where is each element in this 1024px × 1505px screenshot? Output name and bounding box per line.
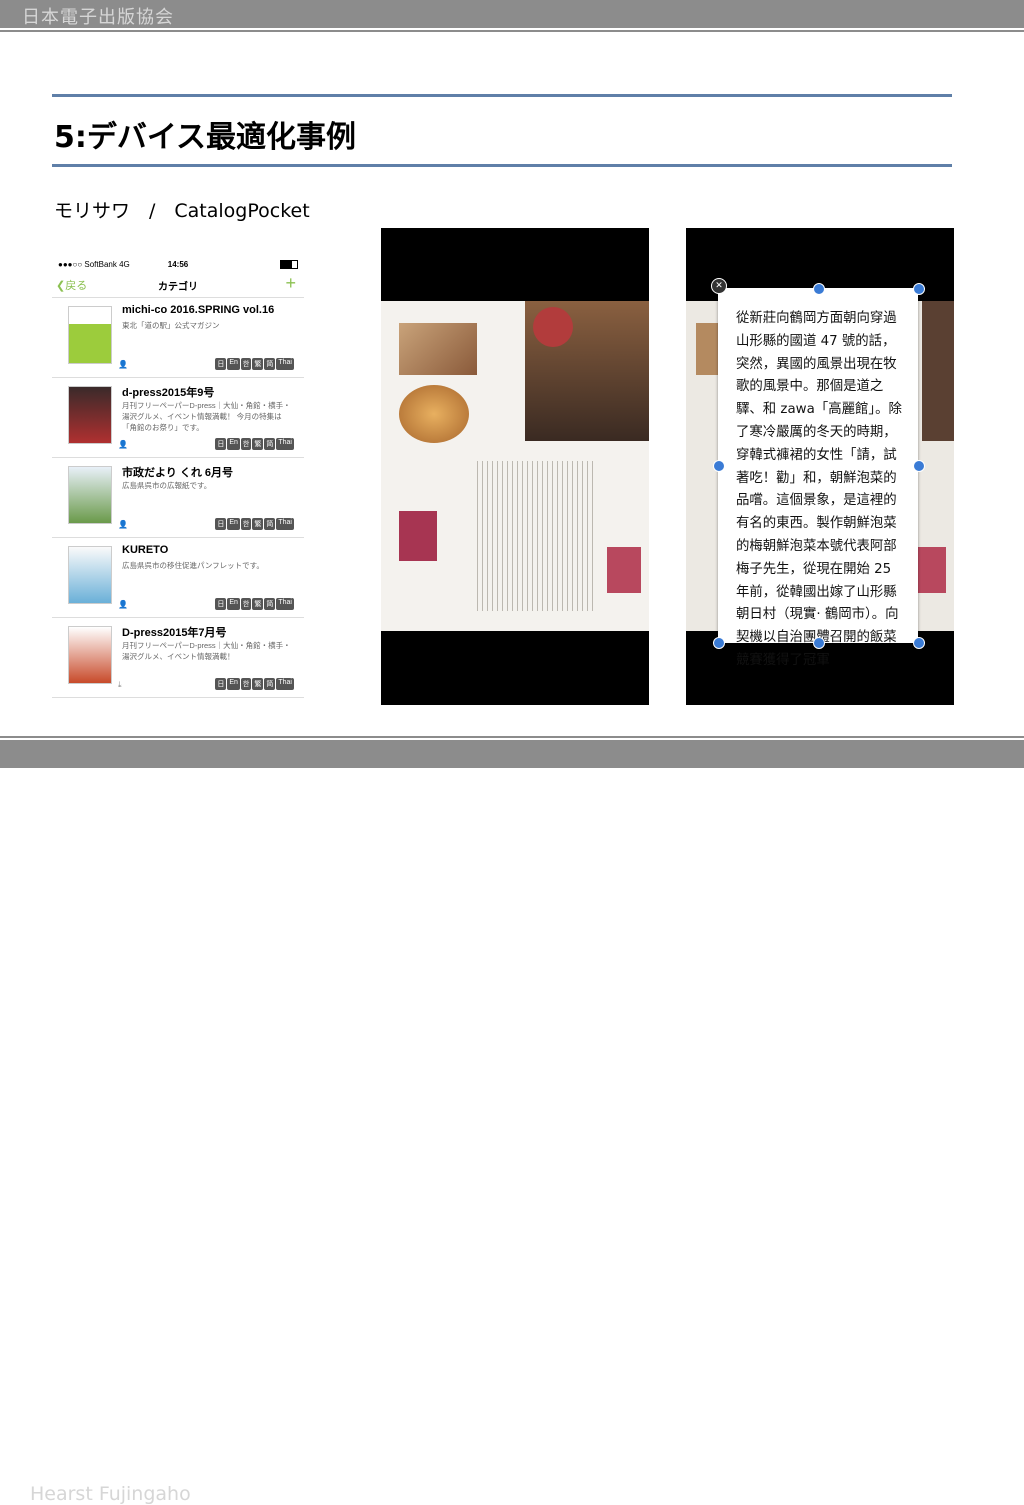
- person-icon: 👤: [118, 600, 128, 609]
- list-item[interactable]: D-press2015年7月号月刊フリーペーパーD-press｜大仙・角館・横手…: [52, 618, 304, 698]
- text-popup-screenshot: 從新莊向鶴岡方面朝向穿過山形縣的國道 47 號的話，突然，異國的風景出現在牧歌的…: [686, 228, 954, 705]
- language-badge[interactable]: 简: [264, 678, 276, 690]
- resize-handle-bottom-center[interactable]: [813, 637, 825, 649]
- language-badge[interactable]: Thai: [276, 438, 294, 450]
- item-description: 広島県呉市の移住促進パンフレットです。: [122, 561, 264, 570]
- phone-screenshot: ●●●○○ SoftBank 4G 14:56 ❮戻る カテゴリ + michi…: [52, 255, 304, 698]
- item-description: 月刊フリーペーパーD-press｜大仙・角館・横手・湯沢グルメ、イベント情報満載…: [122, 401, 291, 432]
- nav-bar: ❮戻る カテゴリ +: [52, 273, 304, 298]
- slide-subtitle: モリサワ / CatalogPocket: [54, 200, 310, 222]
- language-badge[interactable]: Thai: [276, 678, 294, 690]
- catalog-cover-thumbnail: [68, 306, 112, 364]
- language-badge[interactable]: 日: [215, 358, 227, 370]
- spread-page: [381, 301, 649, 631]
- close-icon[interactable]: ✕: [711, 278, 727, 294]
- list-item[interactable]: d-press2015年9号月刊フリーペーパーD-press｜大仙・角館・横手・…: [52, 378, 304, 458]
- language-badge[interactable]: 한: [240, 438, 252, 450]
- catalog-cover-thumbnail: [68, 466, 112, 524]
- translation-popup[interactable]: 從新莊向鶴岡方面朝向穿過山形縣的國道 47 號的話，突然，異國的風景出現在牧歌的…: [718, 288, 918, 668]
- language-badge[interactable]: 한: [240, 358, 252, 370]
- language-badge[interactable]: 日: [215, 678, 227, 690]
- language-badge[interactable]: Thai: [276, 358, 294, 370]
- language-badge[interactable]: En: [227, 678, 240, 690]
- list-item[interactable]: KURETO 広島県呉市の移住促進パンフレットです。 👤 日 En 한 繁简 Thai: [52, 538, 304, 618]
- language-badges: 日 En 한 繁简 Thai: [215, 518, 294, 530]
- language-badge[interactable]: 日: [215, 438, 227, 450]
- language-badge[interactable]: 繁: [252, 598, 264, 610]
- org-name: 日本電子出版協会: [22, 7, 174, 28]
- language-badge[interactable]: En: [227, 358, 240, 370]
- language-badge[interactable]: 한: [240, 518, 252, 530]
- person-icon: 👤: [118, 520, 128, 529]
- slide-title: 5:デバイス最適化事例: [54, 120, 356, 155]
- language-badge[interactable]: 繁: [252, 358, 264, 370]
- item-title: michi-co 2016.SPRING vol.16: [122, 304, 275, 316]
- catalog-list: michi-co 2016.SPRING vol.16 東北「道の駅」公式マガジン…: [52, 298, 304, 698]
- portrait-small: [607, 547, 641, 593]
- woman-photo: [399, 511, 437, 561]
- item-title: d-press2015年9号: [122, 387, 215, 399]
- portrait-photo: [922, 301, 954, 441]
- resize-handle-right[interactable]: [913, 460, 925, 472]
- language-badges: 日 En 한 繁简 Thai: [215, 358, 294, 370]
- battery-icon: [280, 260, 298, 269]
- logo-mark: [533, 307, 573, 347]
- list-item[interactable]: michi-co 2016.SPRING vol.16 東北「道の駅」公式マガジン…: [52, 298, 304, 378]
- text-columns: [477, 461, 593, 611]
- language-badges: 日 En 한 繁简 Thai: [215, 438, 294, 450]
- language-badge[interactable]: Thai: [276, 518, 294, 530]
- footer-text: Hearst Fujingaho: [30, 1483, 191, 1505]
- language-badge[interactable]: 繁: [252, 678, 264, 690]
- language-badge[interactable]: 简: [264, 358, 276, 370]
- food-photo: [399, 323, 477, 375]
- noodle-photo: [399, 385, 469, 443]
- language-badge[interactable]: 한: [240, 598, 252, 610]
- portrait-small: [918, 547, 946, 593]
- translation-text: 從新莊向鶴岡方面朝向穿過山形縣的國道 47 號的話，突然，異國的風景出現在牧歌的…: [736, 311, 902, 668]
- language-badge[interactable]: 繁: [252, 518, 264, 530]
- person-icon: 👤: [118, 360, 128, 369]
- footer-divider: [0, 736, 1024, 738]
- language-badge[interactable]: 简: [264, 598, 276, 610]
- resize-handle-top-right[interactable]: [913, 283, 925, 295]
- resize-handle-bottom-right[interactable]: [913, 637, 925, 649]
- language-badge[interactable]: En: [227, 438, 240, 450]
- item-title: KURETO: [122, 544, 169, 556]
- resize-handle-left[interactable]: [713, 460, 725, 472]
- language-badge[interactable]: Thai: [276, 598, 294, 610]
- language-badge[interactable]: En: [227, 518, 240, 530]
- download-icon: ⤓: [118, 680, 122, 689]
- nav-title: カテゴリ: [158, 282, 198, 293]
- add-button[interactable]: +: [285, 273, 296, 294]
- language-badges: 日 En 한 繁简 Thai: [215, 598, 294, 610]
- title-rule-bottom: [52, 164, 952, 167]
- status-bar: ●●●○○ SoftBank 4G 14:56: [52, 255, 304, 273]
- header-bar: 日本電子出版協会: [0, 0, 1024, 28]
- language-badges: 日 En 한 繁简 Thai: [215, 678, 294, 690]
- header-divider: [0, 30, 1024, 32]
- magazine-spread-screenshot: [381, 228, 649, 705]
- language-badge[interactable]: 繁: [252, 438, 264, 450]
- title-rule-top: [52, 94, 952, 97]
- footer-bar: Hearst Fujingaho: [0, 740, 1024, 1505]
- item-title: 市政だより くれ 6月号: [122, 467, 234, 479]
- language-badge[interactable]: 日: [215, 518, 227, 530]
- catalog-cover-thumbnail: [68, 386, 112, 444]
- language-badge[interactable]: 简: [264, 518, 276, 530]
- resize-handle-top-center[interactable]: [813, 283, 825, 295]
- item-description: 広島県呉市の広報紙です。: [122, 481, 212, 490]
- catalog-cover-thumbnail: [68, 626, 112, 684]
- person-icon: 👤: [118, 440, 128, 449]
- language-badge[interactable]: 한: [240, 678, 252, 690]
- item-title: D-press2015年7月号: [122, 627, 227, 639]
- language-badge[interactable]: En: [227, 598, 240, 610]
- catalog-cover-thumbnail: [68, 546, 112, 604]
- resize-handle-bottom-left[interactable]: [713, 637, 725, 649]
- language-badge[interactable]: 日: [215, 598, 227, 610]
- item-description: 東北「道の駅」公式マガジン: [122, 321, 220, 330]
- item-description: 月刊フリーペーパーD-press｜大仙・角館・横手・湯沢グルメ、イベント情報満載…: [122, 641, 291, 661]
- language-badge[interactable]: 简: [264, 438, 276, 450]
- status-time: 14:56: [167, 259, 189, 269]
- list-item[interactable]: 市政だより くれ 6月号 広島県呉市の広報紙です。 👤 日 En 한 繁简 Thai: [52, 458, 304, 538]
